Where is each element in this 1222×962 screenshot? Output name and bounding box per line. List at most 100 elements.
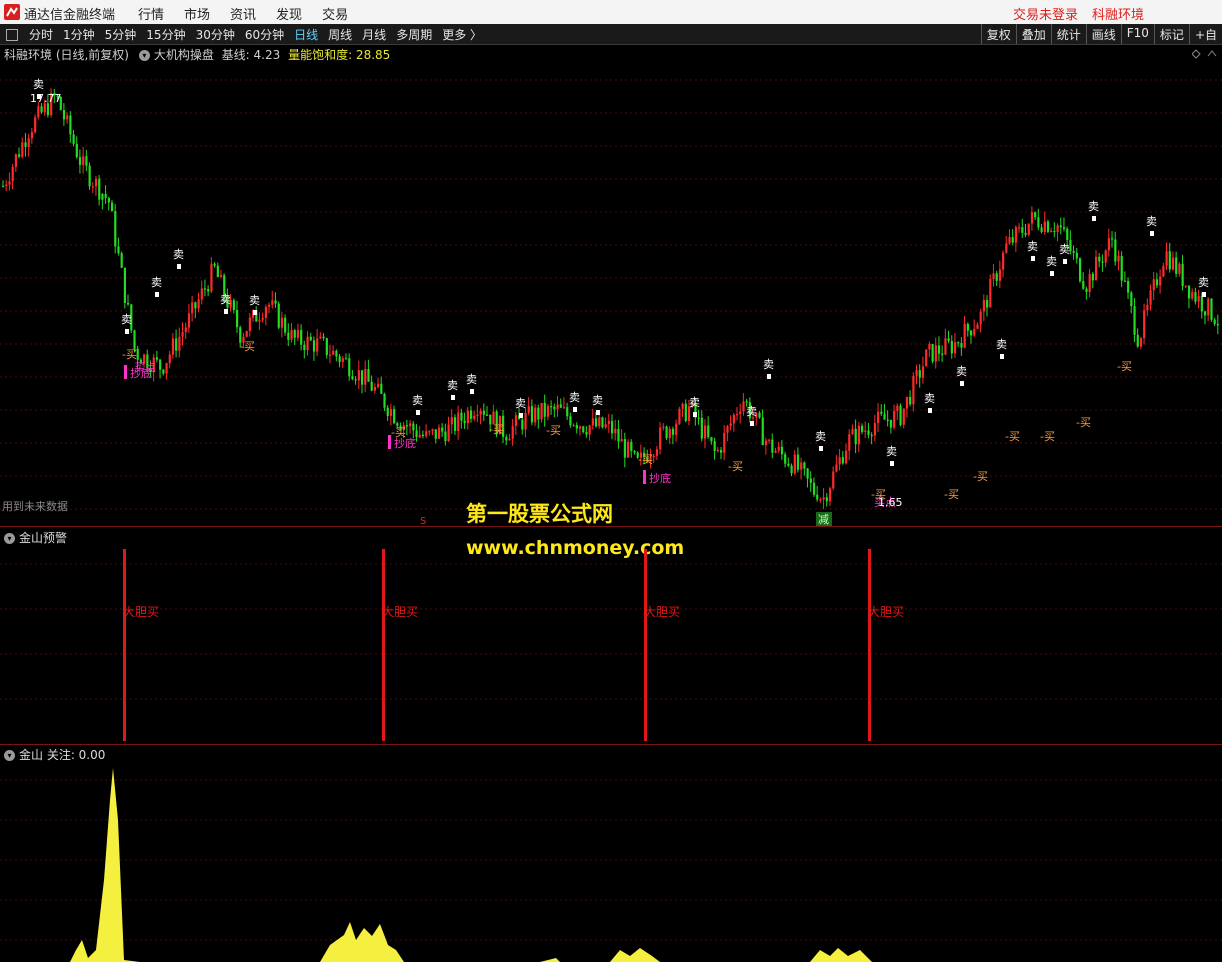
candle-body (550, 406, 553, 408)
menu-news[interactable]: 资讯 (230, 4, 256, 23)
candle-body (918, 370, 921, 378)
candle-body (1136, 334, 1139, 347)
candle-body (219, 275, 223, 278)
candle-body (1171, 257, 1175, 270)
tab-monthly[interactable]: 月线 (357, 26, 391, 43)
tab-30min[interactable]: 30分钟 (191, 26, 240, 43)
candle-body (207, 288, 210, 292)
candle-body (803, 462, 806, 469)
candle-body (867, 430, 870, 435)
candle-body (354, 379, 357, 381)
candle-body (668, 428, 671, 439)
candle-body (995, 273, 998, 281)
sell-signal: 卖 (886, 445, 897, 458)
candle-body (1072, 251, 1075, 253)
panel-toggle-icon[interactable] (6, 29, 18, 41)
sell-signal: 卖 (689, 396, 700, 409)
overlay-button[interactable]: 叠加 (1015, 24, 1051, 44)
candle-body (348, 358, 351, 377)
tab-60min[interactable]: 60分钟 (240, 26, 289, 43)
candle-body (905, 396, 909, 409)
candle-body (764, 440, 768, 446)
stats-button[interactable]: 统计 (1050, 24, 1086, 44)
candle-body (1082, 281, 1085, 289)
sell-signal: 卖 (924, 392, 935, 405)
warning-chart[interactable]: 大胆买 大胆买 大胆买 大胆买 (0, 544, 1222, 744)
sell-signal: 卖 (412, 394, 423, 407)
sell-tick (125, 329, 129, 334)
warning-dropdown-icon[interactable]: ▾ (4, 533, 15, 544)
menu-trade[interactable]: 交易 (322, 4, 348, 23)
candle-body (569, 416, 572, 426)
candle-body (1002, 252, 1005, 270)
draw-button[interactable]: 画线 (1085, 24, 1121, 44)
candle-body (553, 406, 556, 410)
candle-body (72, 134, 75, 144)
account-name[interactable]: 科融环境 (1092, 4, 1144, 23)
candle-body (1008, 237, 1011, 244)
candle-body (341, 358, 344, 363)
custom-button[interactable]: +自 (1188, 24, 1222, 44)
candle-body (316, 338, 319, 352)
candle-body (364, 369, 367, 385)
candle-body (950, 341, 953, 354)
candle-body (559, 404, 562, 408)
candle-body (534, 407, 537, 423)
price-chart[interactable]: 卖卖卖卖 卖卖卖卖 卖卖卖卖卖卖卖卖卖卖卖卖卖卖卖卖卖卖-买-买-买 -买 -买-买-买… (0, 60, 1222, 526)
panel-divider-1 (0, 526, 1222, 527)
candle-body (322, 336, 325, 339)
candle-body (1005, 243, 1008, 253)
sell-tick (1050, 271, 1054, 276)
focus-chart[interactable] (0, 760, 1222, 962)
tab-5min[interactable]: 5分钟 (100, 26, 142, 43)
menu-discover[interactable]: 发现 (276, 4, 302, 23)
candle-body (806, 468, 809, 479)
candle-body (828, 488, 832, 502)
candle-body (546, 406, 550, 417)
tab-multi-period[interactable]: 多周期 (391, 26, 437, 43)
candle-body (383, 393, 386, 408)
candle-body (1175, 257, 1178, 274)
menu-market[interactable]: 市场 (184, 4, 210, 23)
tab-1min[interactable]: 1分钟 (58, 26, 100, 43)
candle-body (848, 434, 851, 451)
adjust-button[interactable]: 复权 (980, 24, 1016, 44)
candle-body (611, 421, 614, 434)
login-status[interactable]: 交易未登录 (1013, 4, 1078, 23)
candle-body (976, 324, 979, 329)
candle-body (886, 419, 889, 421)
candle-body (441, 427, 444, 432)
mark-button[interactable]: 标记 (1153, 24, 1189, 44)
candle-body (854, 428, 857, 445)
candle-body (1114, 239, 1117, 262)
candle-body (1120, 255, 1123, 281)
menu-quotes[interactable]: 行情 (138, 4, 164, 23)
candle-body (909, 396, 912, 405)
candle-body (620, 439, 623, 442)
candle-body (1107, 238, 1111, 251)
period-toolbar: 分时 1分钟 5分钟 15分钟 30分钟 60分钟 日线 周线 月线 多周期 更… (0, 24, 1222, 45)
candle-body (373, 387, 377, 391)
candle-body (761, 417, 764, 446)
candle-body (1030, 212, 1034, 224)
candle-body (377, 383, 380, 388)
candle-body (883, 413, 886, 420)
candle-body (1062, 227, 1066, 229)
candle-body (1162, 265, 1165, 277)
diamond-icon[interactable] (1192, 49, 1201, 59)
candle-body (989, 278, 992, 308)
tab-15min[interactable]: 15分钟 (141, 26, 190, 43)
warning-panel-title[interactable]: 金山预警 (19, 531, 67, 545)
candle-body (1091, 273, 1094, 281)
tab-more[interactable]: 更多 〉 (437, 26, 487, 43)
tab-weekly[interactable]: 周线 (323, 26, 357, 43)
candle-body (82, 156, 85, 165)
collapse-icon[interactable] (1207, 50, 1217, 57)
tab-daily[interactable]: 日线 (289, 26, 323, 43)
candle-body (864, 430, 867, 432)
tab-timeshare[interactable]: 分时 (24, 26, 58, 43)
candle-body (370, 381, 373, 391)
candle-body (873, 423, 877, 436)
candle-body (1146, 304, 1149, 311)
f10-button[interactable]: F10 (1120, 24, 1154, 44)
